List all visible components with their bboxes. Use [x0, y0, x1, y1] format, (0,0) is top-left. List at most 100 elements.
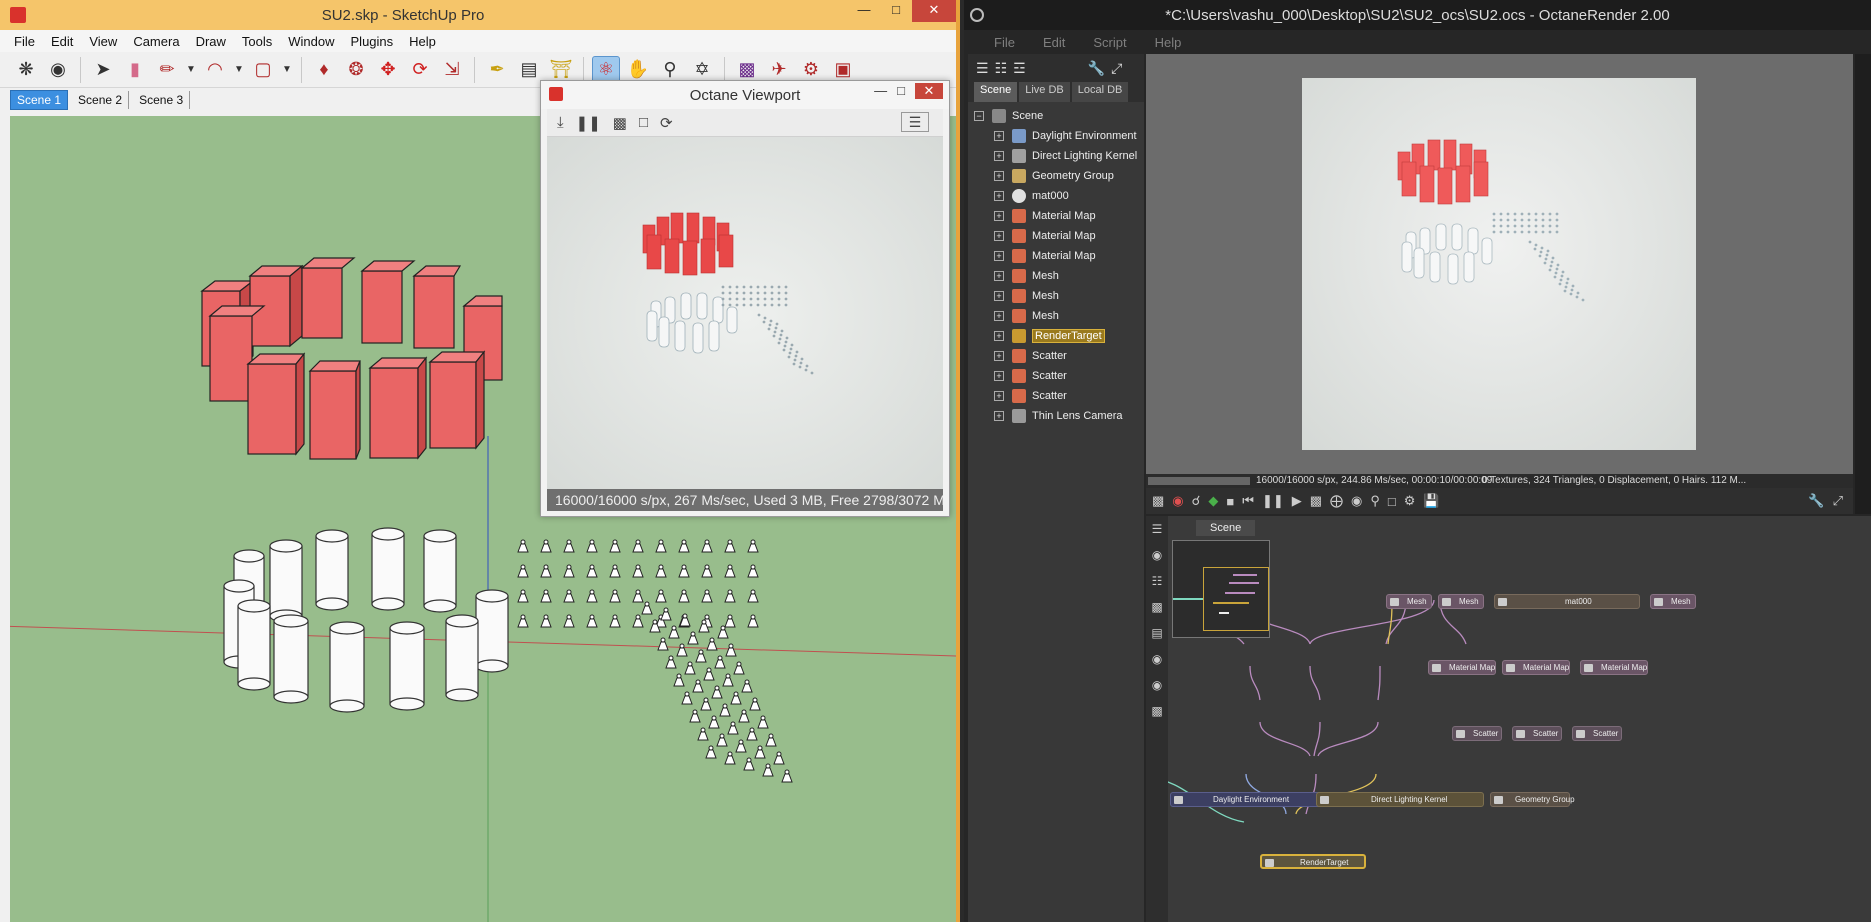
tree-item[interactable]: + RenderTarget: [968, 326, 1144, 346]
scene-tab-2[interactable]: Scene 2: [72, 91, 130, 109]
camera-icon[interactable]: ▩: [1152, 493, 1164, 509]
expand-icon[interactable]: +: [994, 251, 1004, 261]
rectangle-tool-icon[interactable]: ▢: [249, 56, 277, 84]
expand-icon[interactable]: +: [994, 351, 1004, 361]
region-icon[interactable]: □: [1388, 494, 1396, 509]
menu-help[interactable]: Help: [1141, 35, 1196, 50]
node-direct-lighting-kernel[interactable]: Direct Lighting Kernel: [1316, 792, 1484, 807]
node-scatter[interactable]: Scatter: [1572, 726, 1622, 741]
node-geometry-group[interactable]: Geometry Group: [1490, 792, 1575, 807]
tree-item[interactable]: + Material Map: [968, 246, 1144, 266]
push-pull-tool-icon[interactable]: ♦: [310, 56, 338, 84]
menu-tools[interactable]: Tools: [234, 34, 280, 49]
close-button[interactable]: ✕: [915, 83, 943, 99]
menu-view[interactable]: View: [81, 34, 125, 49]
menu-file[interactable]: File: [980, 35, 1029, 50]
node-material-map[interactable]: Material Map: [1502, 660, 1570, 675]
graph-tool-icons[interactable]: ☰ ◉ ☷ ▩ ▤ ◉ ◉ ▩: [1146, 516, 1168, 724]
menu-edit[interactable]: Edit: [1029, 35, 1079, 50]
scene-tab-3[interactable]: Scene 3: [133, 91, 191, 109]
restart-icon[interactable]: ⟳: [660, 114, 673, 132]
tree-item[interactable]: + Material Map: [968, 206, 1144, 226]
expand-icon[interactable]: +: [994, 311, 1004, 321]
tree-item[interactable]: + Mesh: [968, 266, 1144, 286]
menu-camera[interactable]: Camera: [125, 34, 187, 49]
octane-viewport-titlebar[interactable]: Octane Viewport — □ ✕: [541, 81, 949, 109]
expand-icon[interactable]: +: [994, 151, 1004, 161]
pause-icon[interactable]: ❚❚: [576, 114, 601, 132]
node-scatter[interactable]: Scatter: [1512, 726, 1562, 741]
wrench-icon[interactable]: 🔧: [1088, 60, 1105, 77]
node-daylight-environment[interactable]: Daylight Environment: [1170, 792, 1322, 807]
menu-edit[interactable]: Edit: [43, 34, 81, 49]
select-tool-icon[interactable]: ➤: [89, 56, 117, 84]
tab-scene[interactable]: Scene: [974, 82, 1018, 102]
tab-live-db[interactable]: Live DB: [1019, 82, 1070, 102]
menu-window[interactable]: Window: [280, 34, 342, 49]
wrench-icon[interactable]: 🔧: [1808, 493, 1824, 509]
recenter-icon[interactable]: ◉: [1172, 493, 1183, 509]
minimize-button[interactable]: —: [874, 83, 887, 99]
region-select-icon[interactable]: □: [639, 114, 648, 131]
tab-local-db[interactable]: Local DB: [1071, 82, 1129, 102]
node-material-map[interactable]: Material Map: [1580, 660, 1648, 675]
tree-item[interactable]: + Scatter: [968, 386, 1144, 406]
focus-picker-icon[interactable]: ⨁: [1330, 493, 1343, 509]
maximize-button[interactable]: □: [880, 0, 912, 22]
menu-draw[interactable]: Draw: [188, 34, 234, 49]
menu-script[interactable]: Script: [1079, 35, 1140, 50]
expand-icon[interactable]: +: [994, 191, 1004, 201]
arc-tool-icon[interactable]: ◠: [201, 56, 229, 84]
minimap-viewport-frame[interactable]: [1203, 567, 1269, 631]
menu-plugins[interactable]: Plugins: [343, 34, 402, 49]
tree-item[interactable]: + Scatter: [968, 346, 1144, 366]
viewport-lock-icon[interactable]: ▩: [1310, 493, 1322, 509]
node-scatter[interactable]: Scatter: [1452, 726, 1502, 741]
tree-root-scene[interactable]: − Scene: [968, 106, 1144, 126]
collapse-icon[interactable]: −: [974, 111, 984, 121]
octane-render-icon[interactable]: ◉: [44, 56, 72, 84]
node-mat000[interactable]: mat000: [1494, 594, 1640, 609]
tree-item[interactable]: + Material Map: [968, 226, 1144, 246]
expand-icon[interactable]: +: [994, 371, 1004, 381]
node-material-map[interactable]: Material Map: [1428, 660, 1496, 675]
octane-logo-icon[interactable]: ❋: [12, 56, 40, 84]
stop-icon[interactable]: ■: [1226, 494, 1234, 509]
node-mesh[interactable]: Mesh: [1386, 594, 1432, 609]
scene-tab-1[interactable]: Scene 1: [10, 90, 69, 110]
render-viewport[interactable]: [1146, 54, 1853, 474]
expand-icon[interactable]: +: [994, 131, 1004, 141]
node-mesh[interactable]: Mesh: [1650, 594, 1696, 609]
dropdown-arrow-icon[interactable]: ▼: [185, 56, 197, 84]
checkerboard-icon[interactable]: ▩: [613, 114, 627, 132]
zoom-icon[interactable]: ⚲: [1370, 493, 1380, 509]
node-render-target[interactable]: RenderTarget: [1260, 854, 1366, 869]
node-mesh[interactable]: Mesh: [1438, 594, 1484, 609]
menu-file[interactable]: File: [6, 34, 43, 49]
expand-panel-icon[interactable]: ⤢: [1111, 60, 1122, 77]
cube-icon[interactable]: ◆: [1208, 493, 1218, 509]
expand-icon[interactable]: +: [994, 231, 1004, 241]
play-icon[interactable]: ▶: [1292, 493, 1302, 509]
scale-tool-icon[interactable]: ⇲: [438, 56, 466, 84]
fullscreen-icon[interactable]: ⤢: [1833, 493, 1843, 509]
outliner-collapse-icon[interactable]: ☷: [995, 60, 1008, 77]
material-picker-icon[interactable]: ◉: [1351, 493, 1362, 509]
expand-icon[interactable]: +: [994, 291, 1004, 301]
tape-measure-tool-icon[interactable]: ✒: [483, 56, 511, 84]
expand-icon[interactable]: +: [994, 271, 1004, 281]
pencil-tool-icon[interactable]: ✏: [153, 56, 181, 84]
settings-icon[interactable]: ⚙: [1404, 493, 1416, 509]
tree-item[interactable]: + Geometry Group: [968, 166, 1144, 186]
expand-icon[interactable]: +: [994, 211, 1004, 221]
tree-item[interactable]: + Mesh: [968, 306, 1144, 326]
octanerender-titlebar[interactable]: *C:\Users\vashu_000\Desktop\SU2\SU2_ocs\…: [964, 0, 1871, 30]
menu-help[interactable]: Help: [401, 34, 444, 49]
save-image-icon[interactable]: 💾: [1423, 493, 1439, 509]
outliner-expand-icon[interactable]: ☰: [976, 60, 989, 77]
expand-icon[interactable]: +: [994, 171, 1004, 181]
hamburger-menu-icon[interactable]: ☰: [901, 112, 929, 132]
tree-item[interactable]: + Scatter: [968, 366, 1144, 386]
tree-item[interactable]: + Thin Lens Camera: [968, 406, 1144, 426]
expand-icon[interactable]: +: [994, 331, 1004, 341]
